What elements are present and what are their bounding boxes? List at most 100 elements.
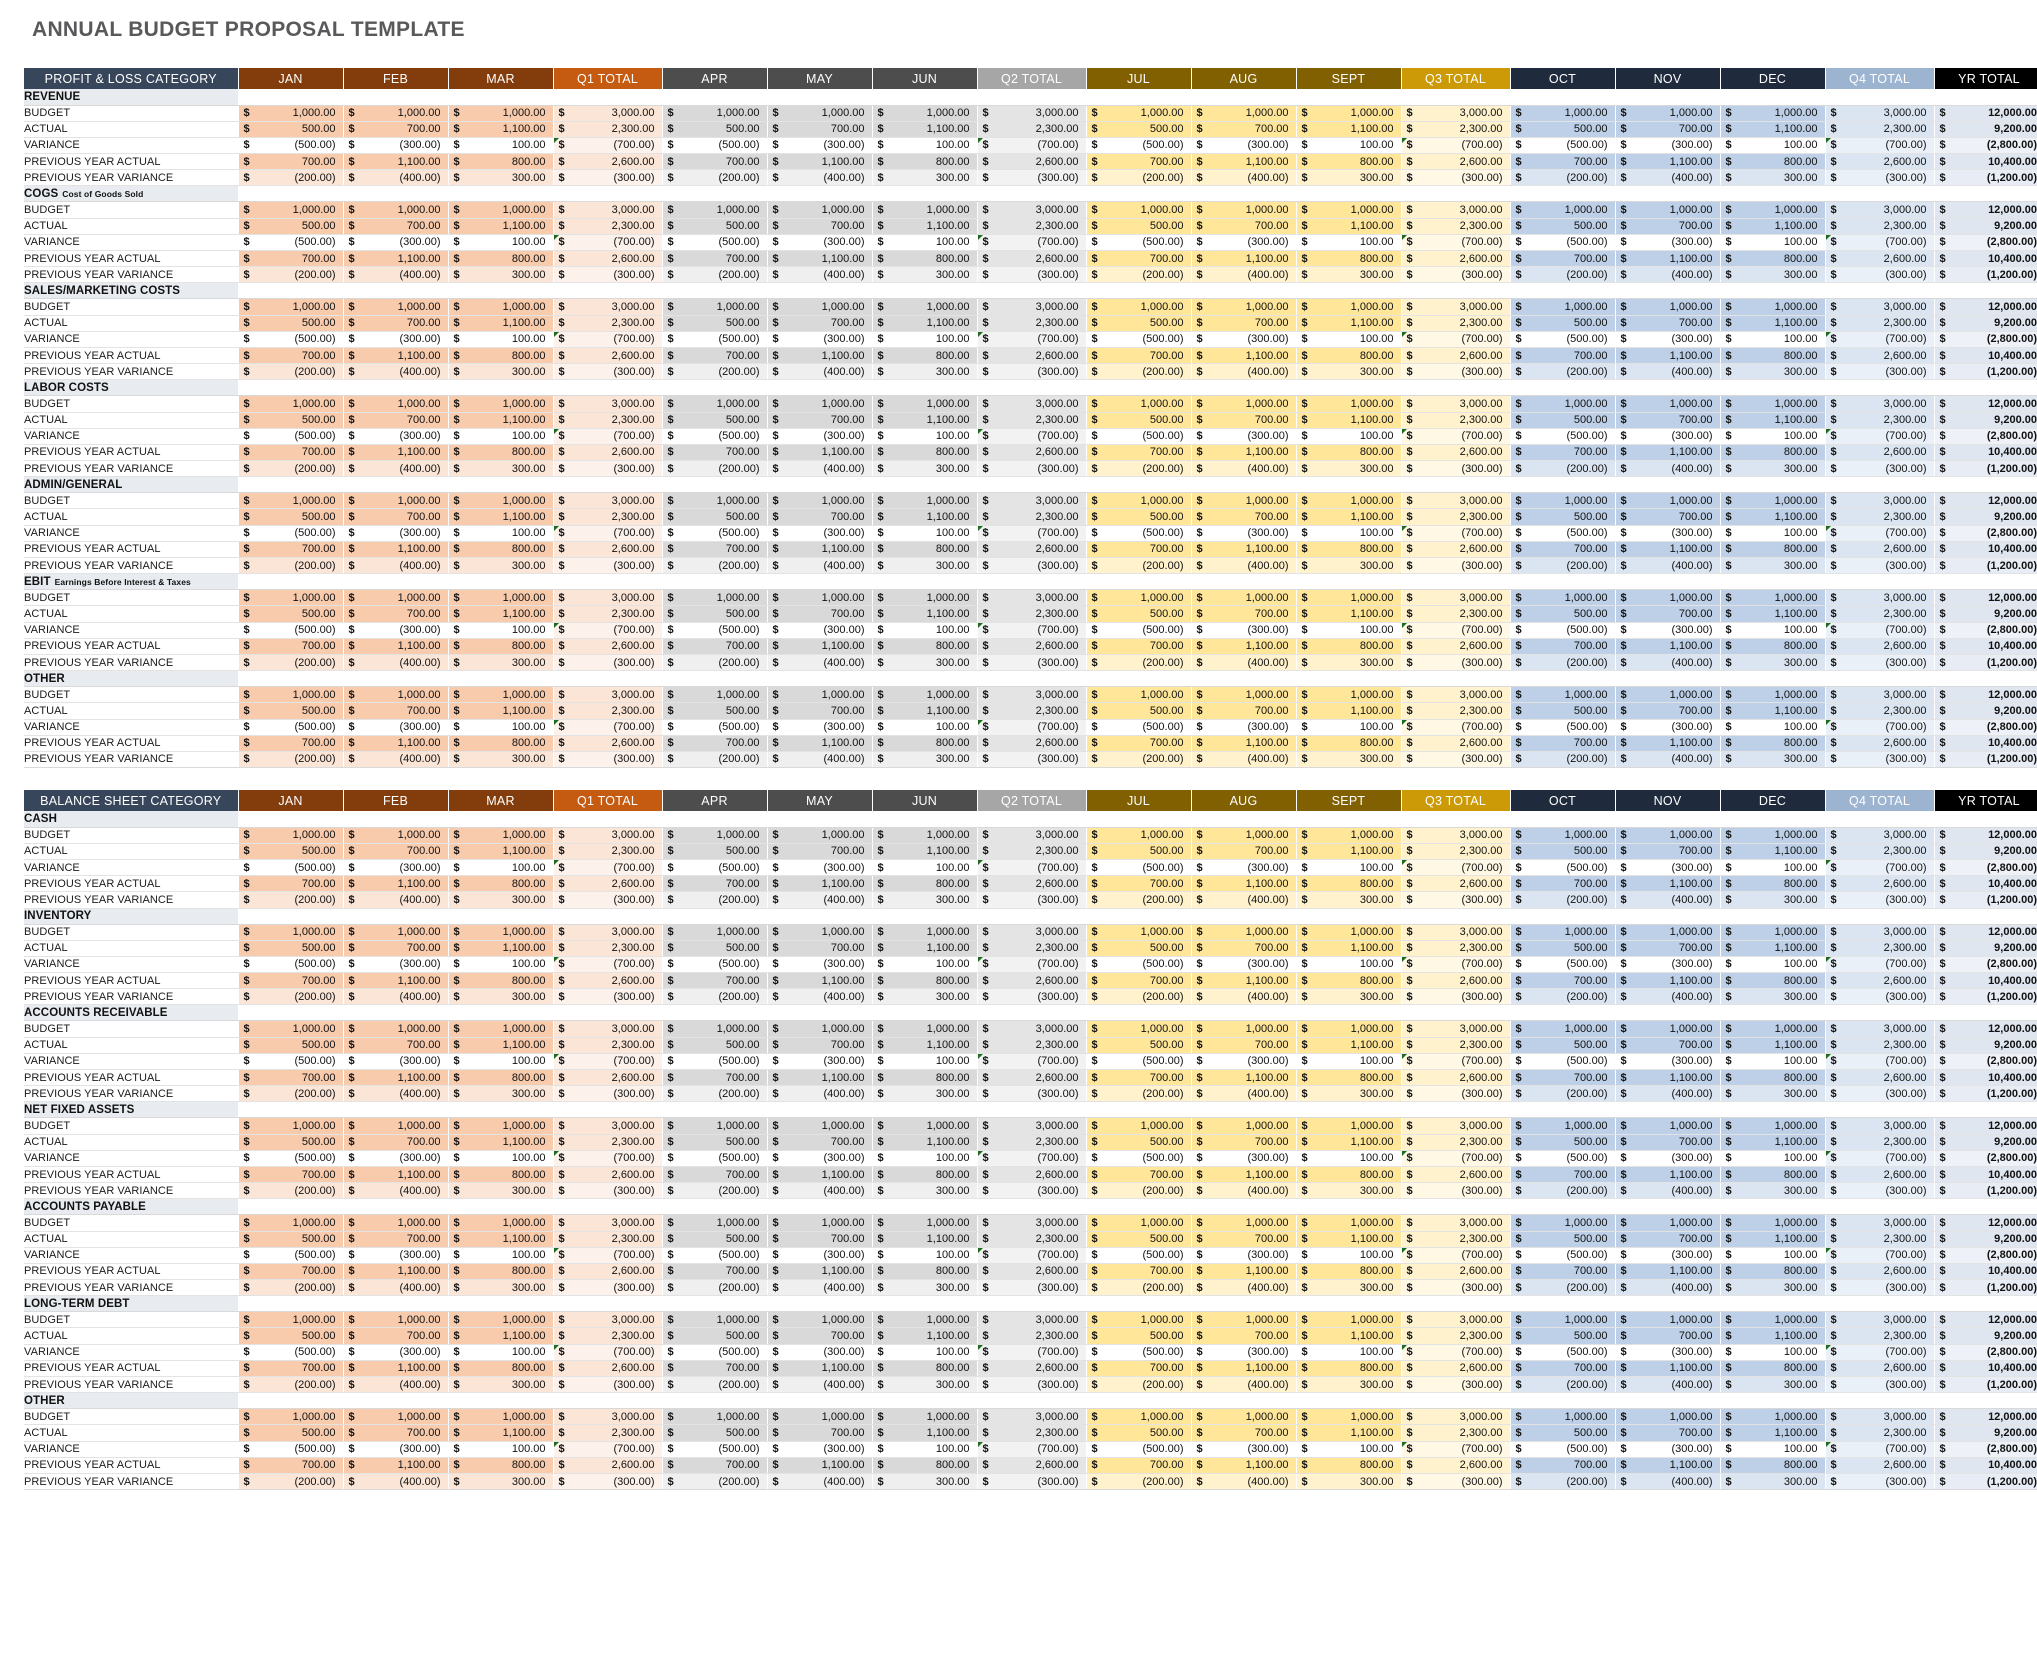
value-cell[interactable]: $100.00 xyxy=(872,1247,978,1264)
value-cell[interactable]: $300.00 xyxy=(1720,1376,1826,1394)
value-cell[interactable]: $800.00 xyxy=(448,638,554,655)
value-cell[interactable]: $ (200.00) xyxy=(1510,169,1616,187)
value-cell[interactable]: $1,000.00 xyxy=(343,201,449,219)
value-cell[interactable]: $1,000.00 xyxy=(1191,1214,1297,1232)
value-cell[interactable]: $2,300.00 xyxy=(553,218,663,235)
value-cell[interactable]: $700.00 xyxy=(1615,1327,1721,1345)
value-cell[interactable]: $2,600.00 xyxy=(1401,972,1511,990)
value-cell[interactable]: $1,100.00 xyxy=(343,972,449,990)
value-cell[interactable]: $1,100.00 xyxy=(1720,940,1826,957)
value-cell[interactable]: $700.00 xyxy=(1191,702,1297,720)
value-cell[interactable]: $1,000.00 xyxy=(1510,492,1616,510)
value-cell[interactable]: $ (300.00) xyxy=(343,525,449,542)
value-cell[interactable]: $300.00 xyxy=(448,1376,554,1394)
value-cell[interactable]: $500.00 xyxy=(1510,702,1616,720)
value-cell[interactable]: $1,100.00 xyxy=(767,541,873,559)
value-cell[interactable]: $700.00 xyxy=(662,1360,768,1378)
value-cell[interactable]: $300.00 xyxy=(872,654,978,672)
value-cell[interactable]: $ (500.00) xyxy=(1510,1344,1616,1361)
value-cell[interactable]: $ (400.00) xyxy=(1191,169,1297,187)
value-cell[interactable]: $12,000.00 xyxy=(1934,201,2037,219)
value-cell[interactable]: $100.00 xyxy=(1720,956,1826,974)
value-cell[interactable]: $10,400.00 xyxy=(1934,1360,2037,1378)
value-cell[interactable]: $1,100.00 xyxy=(343,1360,449,1378)
value-cell[interactable]: $ (2,800.00) xyxy=(1934,525,2037,542)
value-cell[interactable]: $ (300.00) xyxy=(1401,654,1511,672)
value-cell[interactable]: $ (1,200.00) xyxy=(1934,363,2037,381)
value-cell[interactable]: $ (500.00) xyxy=(1510,1150,1616,1167)
value-cell[interactable]: $2,300.00 xyxy=(553,412,663,429)
value-cell[interactable]: $500.00 xyxy=(1510,508,1616,526)
value-cell[interactable]: $700.00 xyxy=(1510,1457,1616,1474)
value-cell[interactable]: $ (400.00) xyxy=(343,1473,449,1491)
value-cell[interactable]: $ (700.00) xyxy=(553,1150,663,1167)
value-cell[interactable]: $1,100.00 xyxy=(1296,412,1402,429)
value-cell[interactable]: $ (700.00) xyxy=(1825,719,1935,736)
value-cell[interactable]: $ (400.00) xyxy=(1615,557,1721,575)
value-cell[interactable]: $ (1,200.00) xyxy=(1934,891,2037,909)
value-cell[interactable]: $12,000.00 xyxy=(1934,1311,2037,1329)
value-cell[interactable]: $700.00 xyxy=(238,153,344,171)
value-cell[interactable]: $1,000.00 xyxy=(662,1214,768,1232)
value-cell[interactable]: $1,000.00 xyxy=(448,1117,554,1135)
value-cell[interactable]: $1,000.00 xyxy=(1086,1214,1192,1232)
value-cell[interactable]: $100.00 xyxy=(1720,859,1826,877)
value-cell[interactable]: $700.00 xyxy=(1510,1263,1616,1281)
value-cell[interactable]: $ (300.00) xyxy=(1825,557,1935,575)
value-cell[interactable]: $100.00 xyxy=(1296,956,1402,974)
value-cell[interactable]: $2,300.00 xyxy=(1401,1327,1511,1345)
value-cell[interactable]: $700.00 xyxy=(1615,218,1721,235)
value-cell[interactable]: $500.00 xyxy=(662,605,768,623)
value-cell[interactable]: $2,300.00 xyxy=(1401,1037,1511,1054)
value-cell[interactable]: $1,000.00 xyxy=(1296,492,1402,510)
value-cell[interactable]: $1,000.00 xyxy=(1615,201,1721,219)
value-cell[interactable]: $2,600.00 xyxy=(553,638,663,655)
value-cell[interactable]: $ (300.00) xyxy=(343,956,449,974)
value-cell[interactable]: $3,000.00 xyxy=(553,395,663,413)
value-cell[interactable]: $700.00 xyxy=(238,1166,344,1184)
value-cell[interactable]: $100.00 xyxy=(872,1344,978,1361)
value-cell[interactable]: $2,600.00 xyxy=(977,541,1087,559)
value-cell[interactable]: $1,000.00 xyxy=(1510,827,1616,844)
value-cell[interactable]: $700.00 xyxy=(1615,508,1721,526)
value-cell[interactable]: $100.00 xyxy=(872,428,978,445)
value-cell[interactable]: $1,000.00 xyxy=(1086,1020,1192,1038)
value-cell[interactable]: $1,100.00 xyxy=(448,605,554,623)
value-cell[interactable]: $300.00 xyxy=(1296,891,1402,909)
value-cell[interactable]: $2,600.00 xyxy=(1825,1166,1935,1184)
value-cell[interactable]: $ (2,800.00) xyxy=(1934,1441,2037,1458)
value-cell[interactable]: $700.00 xyxy=(1086,638,1192,655)
value-cell[interactable]: $ (200.00) xyxy=(1510,557,1616,575)
value-cell[interactable]: $ (700.00) xyxy=(1825,428,1935,445)
value-cell[interactable]: $1,000.00 xyxy=(1086,1311,1192,1329)
value-cell[interactable]: $300.00 xyxy=(1296,1473,1402,1491)
value-cell[interactable]: $800.00 xyxy=(1720,153,1826,171)
value-cell[interactable]: $2,600.00 xyxy=(977,1360,1087,1378)
value-cell[interactable]: $ (700.00) xyxy=(1401,622,1511,639)
value-cell[interactable]: $100.00 xyxy=(1720,234,1826,252)
value-cell[interactable]: $3,000.00 xyxy=(977,1117,1087,1135)
value-cell[interactable]: $ (300.00) xyxy=(553,988,663,1006)
value-cell[interactable]: $100.00 xyxy=(448,525,554,542)
value-cell[interactable]: $1,100.00 xyxy=(1296,605,1402,623)
value-cell[interactable]: $3,000.00 xyxy=(977,1408,1087,1426)
value-cell[interactable]: $ (2,800.00) xyxy=(1934,137,2037,155)
value-cell[interactable]: $3,000.00 xyxy=(553,1214,663,1232)
value-cell[interactable]: $10,400.00 xyxy=(1934,972,2037,990)
value-cell[interactable]: $3,000.00 xyxy=(553,201,663,219)
value-cell[interactable]: $3,000.00 xyxy=(1825,298,1935,316)
value-cell[interactable]: $1,000.00 xyxy=(1720,395,1826,413)
value-cell[interactable]: $ (500.00) xyxy=(238,1441,344,1458)
value-cell[interactable]: $700.00 xyxy=(1086,1263,1192,1281)
value-cell[interactable]: $1,000.00 xyxy=(1510,395,1616,413)
value-cell[interactable]: $ (500.00) xyxy=(662,137,768,155)
value-cell[interactable]: $700.00 xyxy=(1615,1037,1721,1054)
value-cell[interactable]: $1,100.00 xyxy=(1720,508,1826,526)
value-cell[interactable]: $ (300.00) xyxy=(977,1182,1087,1200)
value-cell[interactable]: $ (200.00) xyxy=(1086,1376,1192,1394)
value-cell[interactable]: $700.00 xyxy=(1191,940,1297,957)
value-cell[interactable]: $700.00 xyxy=(1191,315,1297,332)
value-cell[interactable]: $2,600.00 xyxy=(553,1457,663,1474)
value-cell[interactable]: $ (400.00) xyxy=(1615,1376,1721,1394)
value-cell[interactable]: $ (300.00) xyxy=(553,1085,663,1103)
